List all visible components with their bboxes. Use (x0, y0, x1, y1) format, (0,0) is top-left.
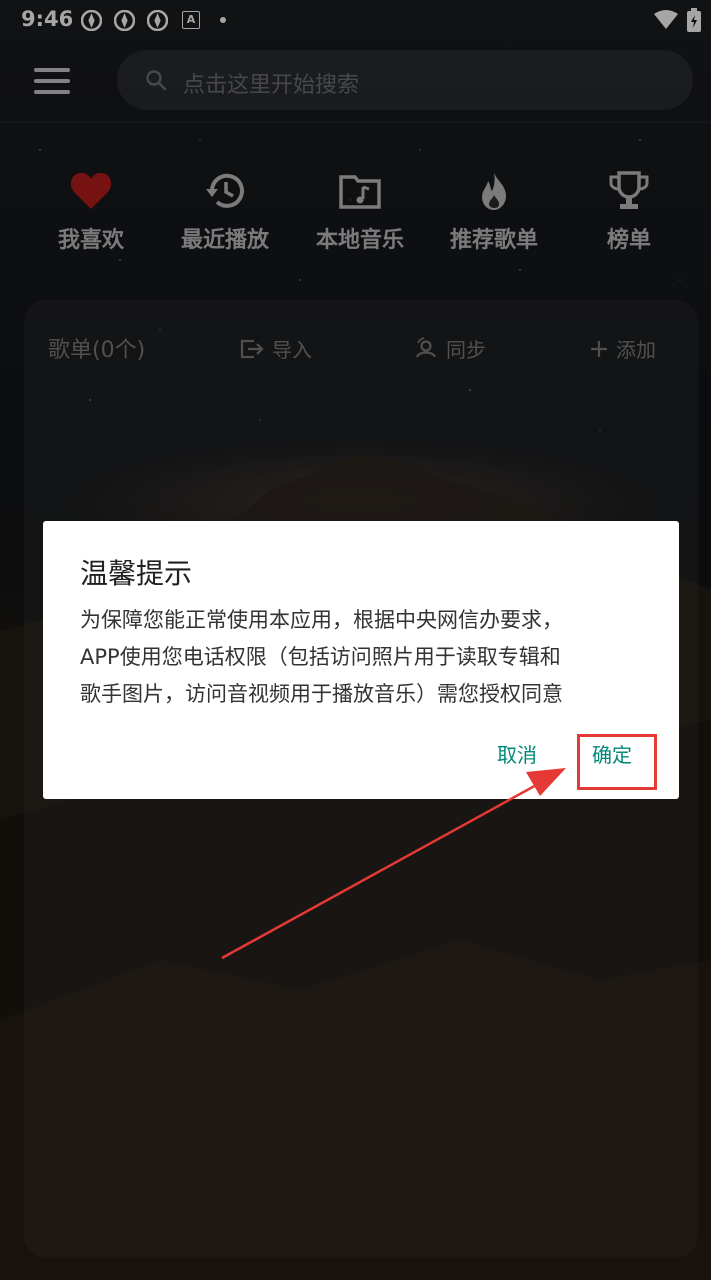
dialog-message: 为保障您能正常使用本应用，根据中央网信办要求， APP使用您电话权限（包括访问照… (80, 602, 650, 713)
dialog-message-line: APP使用您电话权限（包括访问照片用于读取专辑和 (80, 645, 561, 669)
dialog-message-line: 为保障您能正常使用本应用，根据中央网信办要求， (80, 608, 563, 632)
dialog-message-line: 歌手图片，访问音视频用于播放音乐）需您授权同意 (80, 682, 563, 706)
highlight-box (577, 734, 657, 790)
cancel-button[interactable]: 取消 (497, 739, 537, 768)
dialog-title: 温馨提示 (80, 557, 193, 590)
